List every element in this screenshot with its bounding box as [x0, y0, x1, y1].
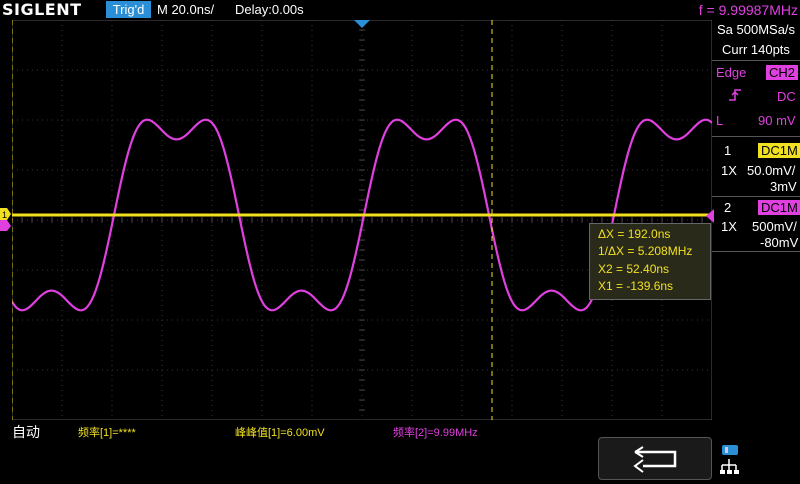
panel-divider — [712, 136, 800, 137]
trigger-position-icon — [354, 20, 370, 28]
trigger-coupling: DC — [777, 89, 796, 104]
trigger-level-marker[interactable] — [704, 209, 714, 223]
rising-edge-icon — [729, 89, 741, 101]
brand-logo: SIGLENT — [2, 0, 82, 19]
frequency-counter: f = 9.99987MHz — [698, 2, 798, 18]
ch1-offset: 3mV — [770, 179, 797, 194]
ch1-probe: 1X — [721, 163, 737, 178]
ch1-coupling: DC1M — [758, 143, 800, 158]
cursor-delta-x: ΔX = 192.0ns — [598, 227, 671, 241]
measure-ch1-frequency: 频率[1]=**** — [78, 427, 136, 439]
ch2-marker-icon — [0, 220, 11, 231]
panel-divider — [712, 60, 800, 61]
cursor-x2-value: X2 = 52.40ns — [598, 262, 670, 276]
measure-ch2-frequency: 频率[2]=9.99MHz — [393, 427, 478, 439]
waveform-svg — [12, 20, 712, 420]
cursor-x1-value: X1 = -139.6ns — [598, 279, 674, 293]
memory-depth: Curr 140pts — [722, 42, 790, 57]
ch1-marker-label: 1 — [2, 210, 7, 220]
trigger-level-value: 90 mV — [758, 113, 796, 128]
panel-divider — [712, 196, 800, 197]
panel-divider — [712, 251, 800, 252]
measure-ch1-peak-to-peak: 峰峰值[1]=6.00mV — [235, 427, 325, 439]
trigger-level-icon — [706, 209, 714, 223]
trigger-status-badge[interactable]: Trig'd — [106, 1, 151, 18]
cursor-inverse-delta-x: 1/ΔX = 5.208MHz — [598, 244, 693, 258]
trigger-type: Edge — [716, 65, 747, 80]
ch2-coupling: DC1M — [758, 200, 800, 215]
waveform-display[interactable] — [12, 20, 712, 420]
ch1-scale: 50.0mV/ — [747, 163, 796, 178]
timebase-readout[interactable]: M 20.0ns/ — [157, 1, 214, 18]
cursor-readout-box: ΔX = 192.0ns 1/ΔX = 5.208MHz X2 = 52.40n… — [589, 223, 711, 300]
ch2-scale: 500mV/ — [752, 219, 797, 234]
trigger-source: CH2 — [766, 65, 799, 80]
channel-markers: 1 — [0, 208, 11, 231]
ch2-probe: 1X — [721, 219, 737, 234]
back-arrow-icon — [633, 446, 677, 473]
ch2-number: 2 — [724, 200, 732, 215]
trigger-level-label: L — [716, 113, 724, 128]
ch1-number: 1 — [724, 143, 732, 158]
top-status-bar: SIGLENT Trig'd M 20.0ns/ Delay:0.00s f =… — [0, 0, 800, 20]
ch2-offset: -80mV — [760, 235, 799, 250]
network-icon[interactable] — [718, 443, 740, 477]
measure-mode[interactable]: 自动 — [12, 422, 40, 442]
delay-readout[interactable]: Delay:0.00s — [235, 1, 304, 18]
back-button[interactable] — [598, 437, 712, 480]
sample-rate: Sa 500MSa/s — [717, 22, 796, 37]
